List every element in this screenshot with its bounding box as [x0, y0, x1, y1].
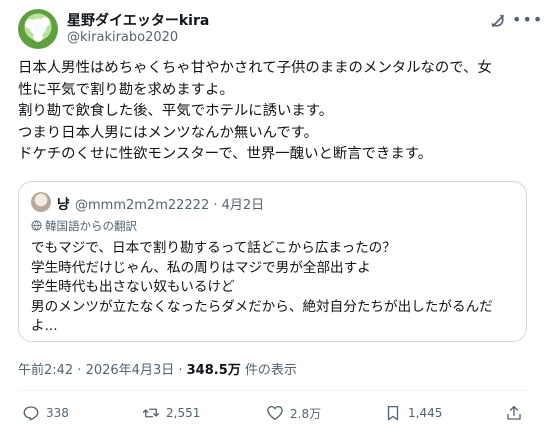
like-button[interactable]: 2.8万 — [266, 401, 321, 425]
post-text-line: 割り勘で飲食した後、平気でホテルに誘います。 — [18, 103, 334, 119]
post-text: 日本人男性はめちゃくちゃ甘やかされて子供のままのメンタルなので、女 性に平気で割… — [18, 58, 530, 166]
bookmark-icon — [387, 405, 399, 421]
reply-count: 338 — [46, 406, 69, 420]
repost-count: 2,551 — [166, 406, 201, 420]
bookmark-count: 1,445 — [408, 406, 443, 420]
reply-button[interactable]: 338 — [22, 401, 69, 425]
post-text-line: ドケチのくせに性欲モンスターで、世界一醜いと断言できます。 — [18, 146, 433, 162]
quoted-avatar[interactable] — [31, 192, 51, 212]
post-text-line: 日本人男性はめちゃくちゃ甘やかされて子供のままのメンタルなので、女 — [18, 60, 492, 76]
view-count: 348.5万 — [186, 363, 241, 378]
more-options-icon[interactable]: ••• — [512, 12, 542, 30]
avatar-flower — [25, 19, 35, 29]
quoted-text-line: 男のメンツが立たなくなったらダメだから、絶対自分たちが出したがるんだ — [31, 298, 493, 315]
bookmark-button[interactable]: 1,445 — [384, 401, 442, 425]
share-icon — [507, 405, 521, 420]
view-suffix: 件の表示 — [240, 363, 297, 378]
author-handle[interactable]: @kirakirabo2020 — [67, 30, 178, 45]
quoted-text-line: 学生時代も出さない奴もいるけど — [31, 279, 235, 295]
author-avatar[interactable] — [18, 9, 58, 49]
repost-icon — [142, 408, 160, 418]
post-text-line: つまり日本人男にはメンツなんか無いんです。 — [18, 124, 319, 141]
post-timestamp[interactable]: 午前2:42 · 2026年4月3日 · — [18, 363, 187, 378]
grok-icon[interactable] — [489, 12, 507, 30]
translation-note: 韓国語からの翻訳 — [31, 218, 137, 234]
repost-button[interactable]: 2,551 — [142, 401, 200, 425]
heart-icon — [267, 405, 283, 421]
post-text-line: 性に平気で割り勘を求めますよ。 — [18, 81, 234, 98]
like-count: 2.8万 — [290, 406, 322, 421]
post-meta: 午前2:42 · 2026年4月3日 · 348.5万 件の表示 — [18, 359, 297, 378]
quoted-text-line: 学生時代だけじゃん、私の周りはマジで男が全部出すよ — [31, 259, 371, 276]
divider — [18, 390, 527, 391]
globe-icon — [31, 220, 42, 231]
reply-icon — [23, 406, 39, 421]
share-button[interactable] — [505, 401, 529, 425]
avatar-flower — [33, 32, 43, 42]
quoted-post[interactable]: 냥 @mmm2m2m22222 · 4月2日 韓国語からの翻訳 でもマジで、日本… — [18, 181, 527, 342]
quoted-handle-date[interactable]: @mmm2m2m22222 · 4月2日 — [75, 194, 264, 213]
avatar-flower — [40, 17, 50, 27]
quoted-text: でもマジで、日本で割り勘するって話どこから広まったの？ 学生時代だけじゃん、私の… — [31, 239, 521, 337]
author-name[interactable]: 星野ダイエッターkira — [67, 10, 209, 30]
post: 星野ダイエッターkira @kirakirabo2020 ••• 日本人男性はめ… — [0, 0, 545, 434]
translation-label: 韓国語からの翻訳 — [45, 219, 137, 233]
quoted-author-name[interactable]: 냥 — [57, 193, 69, 213]
quoted-text-line: でもマジで、日本で割り勘するって話どこから広まったの？ — [31, 240, 396, 256]
action-bar: 338 2,551 2.8万 1,445 — [0, 401, 545, 425]
quoted-text-line: よ... — [31, 318, 58, 334]
